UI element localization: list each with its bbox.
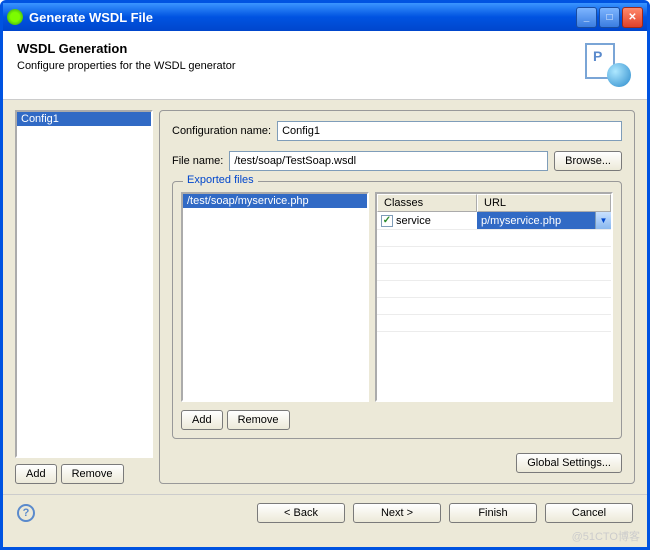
exported-files-list[interactable]: /test/soap/myservice.php — [181, 192, 369, 402]
remove-config-button[interactable]: Remove — [61, 464, 124, 484]
back-button[interactable]: < Back — [257, 503, 345, 523]
wsdl-wizard-icon — [581, 41, 633, 89]
config-name-label: Configuration name: — [172, 125, 271, 137]
chevron-down-icon[interactable]: ▼ — [595, 212, 611, 229]
exported-files-fieldset: Exported files /test/soap/myservice.php … — [172, 181, 622, 439]
page-subtitle: Configure properties for the WSDL genera… — [17, 60, 581, 72]
dialog-window: Generate WSDL File _ □ ✕ WSDL Generation… — [0, 0, 650, 550]
window-title: Generate WSDL File — [29, 10, 576, 25]
dialog-body: Config1 Add Remove Configuration name: F… — [3, 100, 647, 494]
exported-files-legend: Exported files — [183, 174, 258, 186]
add-file-button[interactable]: Add — [181, 410, 223, 430]
exported-file-item[interactable]: /test/soap/myservice.php — [183, 194, 367, 208]
watermark: @51CTO博客 — [572, 528, 640, 544]
url-header[interactable]: URL — [477, 194, 611, 212]
config-list[interactable]: Config1 — [15, 110, 153, 458]
class-checkbox[interactable]: ✓ — [381, 215, 393, 227]
page-title: WSDL Generation — [17, 41, 581, 56]
add-config-button[interactable]: Add — [15, 464, 57, 484]
class-name-cell: service — [396, 215, 431, 227]
dialog-footer: ? < Back Next > Finish Cancel — [3, 494, 647, 547]
url-cell: p/myservice.php — [481, 215, 561, 227]
close-button[interactable]: ✕ — [622, 7, 643, 28]
app-icon — [7, 9, 23, 25]
titlebar[interactable]: Generate WSDL File _ □ ✕ — [3, 3, 647, 31]
global-settings-button[interactable]: Global Settings... — [516, 453, 622, 473]
config-sidebar: Config1 Add Remove — [15, 110, 153, 484]
config-panel: Configuration name: File name: Browse...… — [159, 110, 635, 484]
cancel-button[interactable]: Cancel — [545, 503, 633, 523]
table-row[interactable]: ✓ service p/myservice.php ▼ — [377, 212, 611, 230]
config-list-item[interactable]: Config1 — [17, 112, 151, 126]
dialog-header: WSDL Generation Configure properties for… — [3, 31, 647, 100]
file-name-input[interactable] — [229, 151, 548, 171]
next-button[interactable]: Next > — [353, 503, 441, 523]
maximize-button[interactable]: □ — [599, 7, 620, 28]
remove-file-button[interactable]: Remove — [227, 410, 290, 430]
file-name-label: File name: — [172, 155, 223, 167]
classes-header[interactable]: Classes — [377, 194, 477, 212]
classes-table[interactable]: Classes URL ✓ service p/myservice.php ▼ — [375, 192, 613, 402]
window-controls: _ □ ✕ — [576, 7, 643, 28]
help-icon[interactable]: ? — [17, 504, 35, 522]
finish-button[interactable]: Finish — [449, 503, 537, 523]
minimize-button[interactable]: _ — [576, 7, 597, 28]
config-name-input[interactable] — [277, 121, 622, 141]
browse-button[interactable]: Browse... — [554, 151, 622, 171]
